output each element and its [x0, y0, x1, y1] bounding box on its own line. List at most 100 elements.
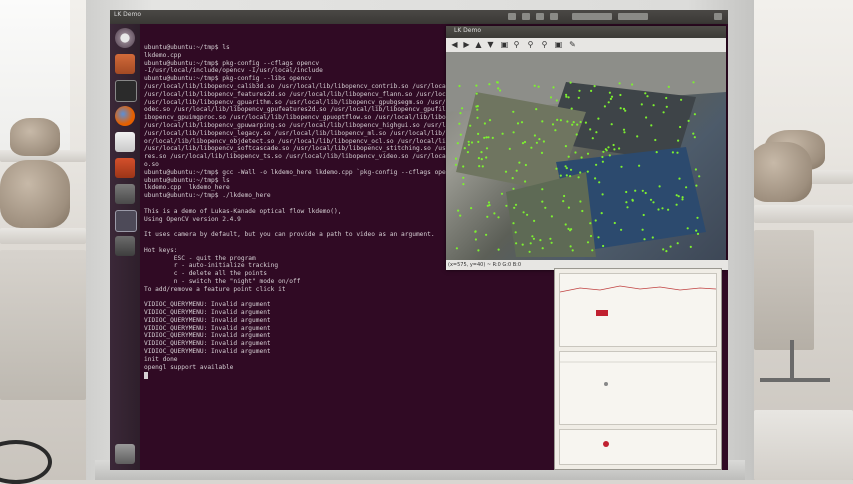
lk-demo-titlebar[interactable]: LK Demo	[446, 26, 726, 38]
tracking-point	[550, 215, 553, 218]
terminal-cursor-line	[144, 371, 484, 380]
clock-icon[interactable]	[572, 13, 612, 20]
zoom-out-icon[interactable]: ⚲	[540, 40, 549, 49]
monitor-line-top	[559, 285, 717, 316]
zoom-fit-icon[interactable]: ▣	[500, 40, 509, 49]
tracking-point	[488, 83, 491, 86]
tracking-point	[477, 249, 480, 252]
pan-left-icon[interactable]: ◀	[450, 40, 459, 49]
tracking-point	[571, 123, 574, 126]
tracking-point	[572, 121, 575, 124]
tracking-point	[595, 131, 598, 134]
workspace-icon[interactable]	[115, 210, 137, 232]
terminal-line: lkdemo.cpp	[144, 51, 182, 59]
tracking-point	[681, 196, 684, 199]
desk-left-front	[0, 228, 86, 244]
tracking-point	[665, 96, 668, 100]
pan-down-icon[interactable]: ▼	[486, 40, 495, 49]
tracking-point	[689, 245, 692, 248]
terminal-line: /usr/local/lib/libopencv_features2d.so /…	[144, 90, 457, 98]
monitor-line-middle	[560, 361, 716, 386]
trash-icon[interactable]	[115, 444, 135, 464]
tracking-point	[618, 147, 621, 150]
tracking-point	[480, 158, 483, 161]
tracking-point	[541, 200, 544, 203]
terminal-line: opengl support available	[144, 363, 234, 371]
pan-right-icon[interactable]: ▶	[462, 40, 471, 49]
zoom-original-icon[interactable]: ⚲	[512, 40, 521, 49]
battery-icon[interactable]	[536, 13, 544, 20]
tracking-point	[636, 135, 639, 138]
tracking-point	[541, 120, 544, 123]
tracking-point	[565, 93, 568, 96]
tracking-point	[467, 140, 470, 143]
camera-video-feed[interactable]	[446, 52, 726, 260]
top-panel: LK Demo	[110, 10, 728, 24]
tracking-point	[508, 147, 511, 150]
tracking-point	[644, 191, 647, 195]
tracking-point	[504, 170, 508, 173]
dash-icon[interactable]	[115, 28, 135, 48]
tracking-point	[634, 189, 637, 192]
terminal-line: /usr/local/lib/libopencv_legacy.so /usr/…	[144, 129, 457, 137]
tracking-point	[552, 86, 555, 89]
tracking-point	[597, 236, 600, 239]
tracking-point	[562, 200, 565, 203]
presentation-icon[interactable]	[115, 158, 135, 178]
tracking-point	[570, 107, 573, 110]
tracking-point	[550, 241, 553, 244]
terminal-line: Using OpenCV version 2.4.9	[144, 215, 241, 223]
tracking-point	[584, 121, 587, 124]
tracking-point	[654, 138, 657, 142]
firefox-icon[interactable]	[115, 106, 135, 126]
tracking-point	[470, 207, 473, 210]
properties-icon[interactable]: ✎	[568, 40, 577, 49]
terminal-line: -I/usr/local/include/opencv -I/usr/local…	[144, 67, 323, 75]
tracking-point	[591, 137, 594, 140]
tracking-point	[694, 168, 697, 171]
terminal-line: ubuntu@ubuntu:~/tmp$ ls	[144, 44, 230, 51]
tracking-point	[535, 108, 538, 111]
chair-right-front	[748, 142, 812, 202]
tracking-point	[487, 136, 490, 139]
tracking-point	[567, 155, 570, 158]
tracking-point	[667, 208, 670, 211]
terminal-icon[interactable]	[115, 80, 137, 102]
system-monitor-window[interactable]	[554, 268, 722, 470]
files-icon[interactable]	[115, 54, 135, 74]
tracking-point	[665, 250, 668, 253]
tracking-point	[613, 148, 616, 151]
tracking-point	[652, 201, 655, 204]
save-icon[interactable]: ▣	[554, 40, 563, 49]
network-icon[interactable]	[508, 13, 516, 20]
volume-icon[interactable]	[550, 13, 558, 20]
tracking-point	[467, 143, 470, 146]
user-icon[interactable]	[618, 13, 648, 20]
power-icon[interactable]	[714, 13, 722, 20]
pan-up-icon[interactable]: ▲	[474, 40, 483, 49]
chair-left-back	[10, 118, 60, 156]
tracking-point	[601, 155, 604, 159]
tracking-point	[574, 151, 577, 154]
tracking-point	[455, 247, 458, 250]
keyboard-icon[interactable]	[522, 13, 530, 20]
tracking-point	[603, 105, 606, 108]
terminal-line: lkdemo.cpp lkdemo_here	[144, 184, 230, 192]
document-icon[interactable]	[115, 132, 135, 152]
monitor-panel-middle	[559, 351, 717, 425]
tracking-point	[566, 120, 569, 123]
tracking-point	[497, 248, 500, 251]
settings-icon[interactable]	[115, 184, 135, 204]
zoom-in-icon[interactable]: ⚲	[526, 40, 535, 49]
tracking-point	[610, 123, 613, 126]
app-icon[interactable]	[115, 236, 135, 256]
tracking-point	[580, 156, 583, 159]
tracking-point	[598, 181, 601, 184]
lk-demo-window[interactable]: LK Demo ◀ ▶ ▲ ▼ ▣ ⚲ ⚲ ⚲ ▣ ✎ (x=575, y=40…	[446, 26, 728, 270]
tracking-point	[497, 87, 500, 90]
tracking-point	[515, 169, 518, 172]
tracking-point	[577, 176, 580, 179]
tracking-point	[485, 233, 488, 236]
tracking-point	[485, 147, 489, 150]
